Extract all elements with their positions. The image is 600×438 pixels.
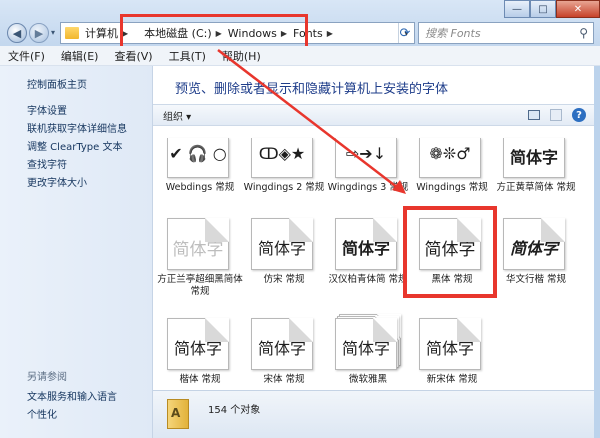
- sidebar-font-settings[interactable]: 字体设置: [27, 102, 67, 117]
- menu-bar: 文件(F) 编辑(E) 查看(V) 工具(T) 帮助(H): [0, 46, 600, 66]
- search-placeholder: 搜索 Fonts: [425, 27, 481, 40]
- refresh-icon[interactable]: ⟳: [396, 24, 414, 42]
- font-name: Wingdings 2 常规: [243, 182, 325, 193]
- content-pane: 预览、删除或者显示和隐藏计算机上安装的字体 组织 ▾ ? ✔ 🎧 ○ Webdi…: [153, 66, 594, 438]
- back-button[interactable]: ◀: [7, 23, 27, 43]
- font-file-icon: ↀ◈★: [251, 138, 313, 178]
- font-name: 宋体 常规: [263, 374, 305, 385]
- search-icon[interactable]: ⚲: [579, 26, 588, 40]
- command-bar: 组织 ▾ ?: [153, 104, 594, 126]
- recent-pages-chevron-icon[interactable]: ▾: [51, 28, 55, 37]
- sidebar-control-panel-home[interactable]: 控制面板主页: [27, 76, 87, 91]
- folder-icon: [65, 27, 79, 39]
- view-options-icon[interactable]: [528, 110, 540, 120]
- back-arrow-icon: ◀: [12, 26, 22, 40]
- forward-button[interactable]: ▶: [29, 23, 49, 43]
- font-file-icon: 简体字: [503, 138, 565, 178]
- page-title: 预览、删除或者显示和隐藏计算机上安装的字体: [175, 82, 449, 97]
- font-name: Webdings 常规: [165, 182, 235, 193]
- font-file-icon: ✔ 🎧 ○: [167, 138, 229, 178]
- sidebar-adjust-cleartype[interactable]: 调整 ClearType 文本: [27, 138, 122, 153]
- sidebar-change-font-size[interactable]: 更改字体大小: [27, 174, 87, 189]
- font-file-icon: 简体字: [419, 318, 481, 370]
- menu-tools[interactable]: 工具(T): [161, 48, 214, 64]
- font-file-icon: 简体字: [167, 318, 229, 370]
- fonts-folder-icon: [167, 399, 189, 429]
- menu-file[interactable]: 文件(F): [0, 48, 53, 64]
- font-name: 方正兰亭超细黑简体 常规: [157, 274, 243, 297]
- font-name: 仿宋 常规: [263, 274, 305, 285]
- minimize-button[interactable]: —: [504, 0, 530, 18]
- font-file-icon: 简体字: [335, 218, 397, 270]
- font-file-icon: 简体字: [167, 218, 229, 270]
- menu-view[interactable]: 查看(V): [106, 48, 160, 64]
- font-file-icon: ⇨➔↓: [335, 138, 397, 178]
- selection-highlight-box: [403, 206, 497, 298]
- font-name: 方正黄草简体 常规: [496, 182, 576, 193]
- preview-pane-icon[interactable]: [550, 109, 562, 121]
- font-name: 新宋体 常规: [426, 374, 478, 385]
- see-also-heading: 另请参阅: [27, 372, 67, 383]
- font-name: 华文行楷 常规: [505, 274, 567, 285]
- window-border: [594, 66, 600, 438]
- sidebar-find-character[interactable]: 查找字符: [27, 156, 67, 171]
- sidebar: 控制面板主页 字体设置 联机获取字体详细信息 调整 ClearType 文本 查…: [0, 66, 153, 438]
- forward-arrow-icon: ▶: [34, 26, 44, 40]
- status-bar: 154 个对象: [153, 390, 594, 438]
- font-file-icon: 简体字: [335, 318, 397, 370]
- help-icon[interactable]: ?: [572, 108, 586, 122]
- menu-edit[interactable]: 编辑(E): [53, 48, 107, 64]
- sidebar-text-services[interactable]: 文本服务和输入语言: [27, 388, 117, 403]
- font-file-icon: 简体字: [251, 218, 313, 270]
- font-file-icon: ❁❊♂: [419, 138, 481, 178]
- maximize-button[interactable]: □: [530, 0, 556, 18]
- font-name: 汉仪柏青体简 常规: [328, 274, 408, 285]
- sidebar-get-font-info-online[interactable]: 联机获取字体详细信息: [27, 120, 127, 135]
- font-file-icon: 简体字: [251, 318, 313, 370]
- font-name: Wingdings 3 常规: [327, 182, 409, 193]
- font-name: 微软雅黑: [348, 374, 387, 385]
- close-button[interactable]: ✕: [556, 0, 600, 18]
- window-controls: — □ ✕: [504, 0, 600, 18]
- organize-button[interactable]: 组织 ▾: [163, 108, 191, 123]
- search-input[interactable]: 搜索 Fonts ⚲: [418, 22, 594, 44]
- font-name: 楷体 常规: [179, 374, 221, 385]
- font-name: Wingdings 常规: [416, 182, 488, 193]
- font-file-icon: 简体字: [503, 218, 565, 270]
- chevron-right-icon[interactable]: ▶: [327, 29, 333, 38]
- sidebar-personalization[interactable]: 个性化: [27, 406, 57, 421]
- menu-help[interactable]: 帮助(H): [214, 48, 269, 64]
- object-count: 154 个对象: [208, 405, 261, 416]
